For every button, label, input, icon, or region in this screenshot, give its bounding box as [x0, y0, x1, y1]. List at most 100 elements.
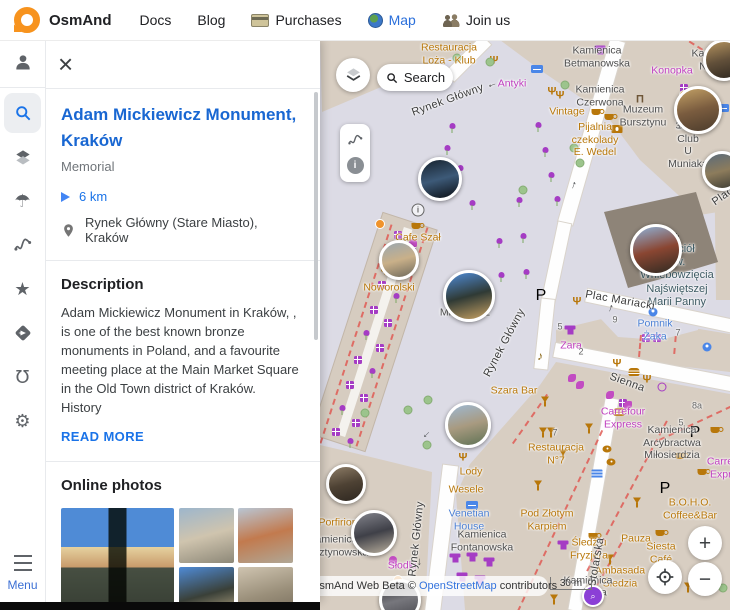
flower-icon — [520, 233, 527, 243]
nav-item-label: Docs — [140, 12, 172, 28]
layers-icon — [13, 147, 33, 167]
map-search-label: Search — [404, 70, 445, 85]
location-pin-icon — [61, 223, 76, 238]
photo-marker[interactable] — [379, 240, 419, 280]
top-navbar: OsmAnd Docs Blog Purchases Map Join us — [0, 0, 730, 41]
map-street — [534, 299, 554, 370]
photo-grid — [61, 508, 304, 602]
menu-label[interactable]: Menu — [0, 578, 45, 592]
flower-icon — [444, 145, 451, 155]
fork-icon: Ψ — [490, 56, 499, 67]
read-more-link[interactable]: READ MORE — [61, 429, 144, 444]
nav-items: Docs Blog Purchases Map Join us — [140, 12, 537, 28]
divider — [45, 260, 320, 261]
nav-item-map[interactable]: Map — [368, 12, 416, 28]
nav-item-blog[interactable]: Blog — [197, 12, 225, 28]
photo-thumbnail[interactable] — [61, 508, 174, 602]
tree-icon — [404, 406, 413, 415]
photo-marker[interactable] — [445, 402, 491, 448]
map-layers-button[interactable] — [336, 58, 370, 92]
hamburger-menu-icon[interactable] — [14, 555, 32, 571]
map-tools-panel: i — [340, 124, 370, 182]
sidebar-item-navigation[interactable] — [0, 311, 45, 355]
tree-icon — [486, 58, 495, 67]
tracks-icon — [13, 235, 33, 255]
info-icon: i — [412, 204, 425, 217]
photo-marker[interactable] — [418, 157, 462, 201]
sidebar-item-search[interactable] — [0, 91, 45, 135]
nav-item-label: Purchases — [275, 12, 341, 28]
locate-me-button[interactable] — [648, 560, 682, 594]
person-icon — [13, 52, 33, 72]
osmand-web-app: OsmAnd Docs Blog Purchases Map Join us ☂ ★ ℧ ⚙ … — [0, 0, 730, 610]
photo-thumbnail[interactable] — [238, 508, 293, 563]
fork-icon: Ψ — [556, 91, 565, 102]
info-button[interactable]: i — [347, 157, 364, 174]
brand-name[interactable]: OsmAnd — [49, 12, 112, 29]
photo-thumbnail[interactable] — [238, 567, 293, 602]
nav-item-label: Blog — [197, 12, 225, 28]
sidebar-item-settings[interactable]: ⚙ — [0, 399, 45, 443]
poi-title: Adam Mickiewicz Monument, Kraków — [61, 102, 304, 154]
nav-item-purchases[interactable]: Purchases — [251, 12, 341, 28]
flower-icon — [449, 123, 456, 133]
poi-distance: 6 km — [79, 189, 107, 204]
sidebar-item-tracks[interactable] — [0, 223, 45, 267]
flower-icon — [523, 269, 530, 279]
flower-icon — [469, 200, 476, 210]
map-label: Szara Bar — [491, 385, 538, 398]
photo-marker[interactable] — [674, 86, 722, 134]
map-label: Vintage — [549, 106, 584, 119]
zoom-in-button[interactable]: + — [688, 526, 722, 560]
search-result-panel: × Adam Mickiewicz Monument, Kraków Memor… — [45, 40, 320, 602]
photo-marker[interactable] — [326, 464, 366, 504]
panel-scrollbar[interactable] — [314, 92, 318, 340]
sidebar-item-account[interactable] — [0, 40, 45, 84]
close-icon[interactable]: × — [58, 51, 73, 77]
flower-icon — [516, 197, 523, 207]
direction-arrow-icon — [61, 192, 70, 202]
photo-thumbnail[interactable] — [179, 508, 234, 563]
tree-icon — [519, 186, 528, 195]
umbrella-icon: ☂ — [14, 192, 30, 210]
map-search-button[interactable]: Search — [377, 64, 453, 91]
online-photos-heading: Online photos — [61, 477, 304, 494]
flower-icon — [554, 196, 561, 206]
poi-address: Rynek Główny (Stare Miasto), Kraków — [85, 215, 304, 245]
bottom-strip — [0, 602, 320, 610]
fork-icon: Ψ — [548, 87, 557, 98]
divider — [45, 461, 320, 462]
nav-item-docs[interactable]: Docs — [140, 12, 172, 28]
tree-icon — [424, 396, 433, 405]
photo-thumbnail[interactable] — [179, 567, 234, 602]
sidebar-item-configure-map[interactable] — [0, 135, 45, 179]
description-heading: Description — [61, 276, 304, 293]
fork-icon: Ψ — [459, 453, 468, 464]
openstreetmap-link[interactable]: OpenStreetMap — [419, 580, 497, 592]
sidebar-item-weather[interactable]: ☂ — [0, 179, 45, 223]
description-text: Adam Mickiewicz Monument in Kraków, , is… — [61, 303, 304, 417]
map-label: Rynek Główny — [481, 306, 528, 379]
photo-marker[interactable] — [351, 510, 397, 556]
map-canvas[interactable]: ΨΨΨΨΨΨΨΨΨPPP♪♪♪†Πi→→→→→Restauracja Loża … — [320, 40, 730, 610]
nav-item-join-us[interactable]: Join us — [442, 12, 510, 28]
map-street — [541, 222, 570, 303]
directions-icon — [13, 323, 33, 343]
flower-icon — [496, 238, 503, 248]
sidebar-item-favorites[interactable]: ★ — [0, 267, 45, 311]
tree-icon — [423, 441, 432, 450]
map-label: Antyki — [498, 78, 527, 91]
panel-header: × — [45, 40, 320, 89]
flower-icon — [542, 147, 549, 157]
flower-icon — [498, 272, 505, 282]
track-graph-icon[interactable] — [347, 132, 364, 149]
photo-marker[interactable] — [630, 224, 682, 276]
magnet-icon: ℧ — [16, 368, 30, 386]
sidebar-rail: ☂ ★ ℧ ⚙ Menu — [0, 40, 46, 602]
zoom-out-button[interactable]: − — [688, 562, 722, 596]
photo-marker[interactable] — [443, 270, 495, 322]
map-attribution: OsmAnd Web Beta © OpenStreetMap contribu… — [320, 576, 548, 596]
sidebar-item-plan-route[interactable]: ℧ — [0, 355, 45, 399]
divider — [0, 87, 45, 88]
osmand-logo-icon[interactable] — [14, 7, 40, 33]
